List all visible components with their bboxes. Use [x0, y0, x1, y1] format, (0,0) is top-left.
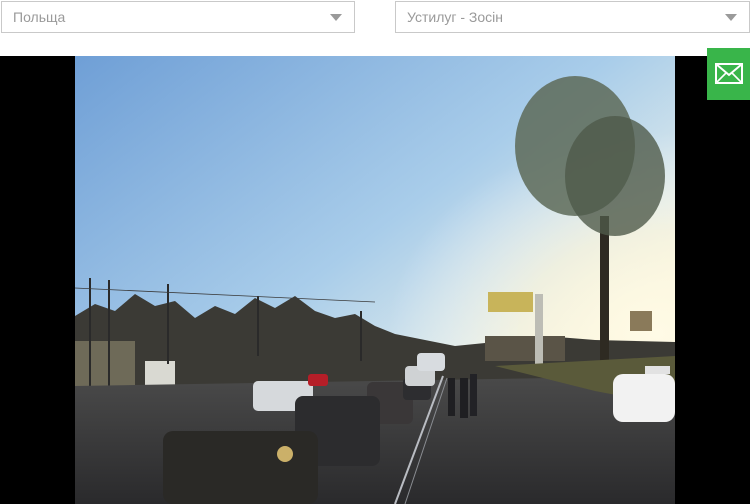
chevron-down-icon [330, 14, 342, 21]
contact-button[interactable] [707, 48, 750, 100]
camera-image [75, 56, 675, 504]
country-select[interactable]: Польща [1, 1, 355, 33]
crossing-select-value: Устилуг - Зосін [407, 9, 503, 25]
crossing-select[interactable]: Устилуг - Зосін [395, 1, 750, 33]
country-select-value: Польща [13, 9, 66, 25]
camera-scene [75, 56, 675, 504]
chevron-down-icon [725, 14, 737, 21]
envelope-icon [715, 63, 743, 84]
camera-viewer [0, 56, 750, 504]
